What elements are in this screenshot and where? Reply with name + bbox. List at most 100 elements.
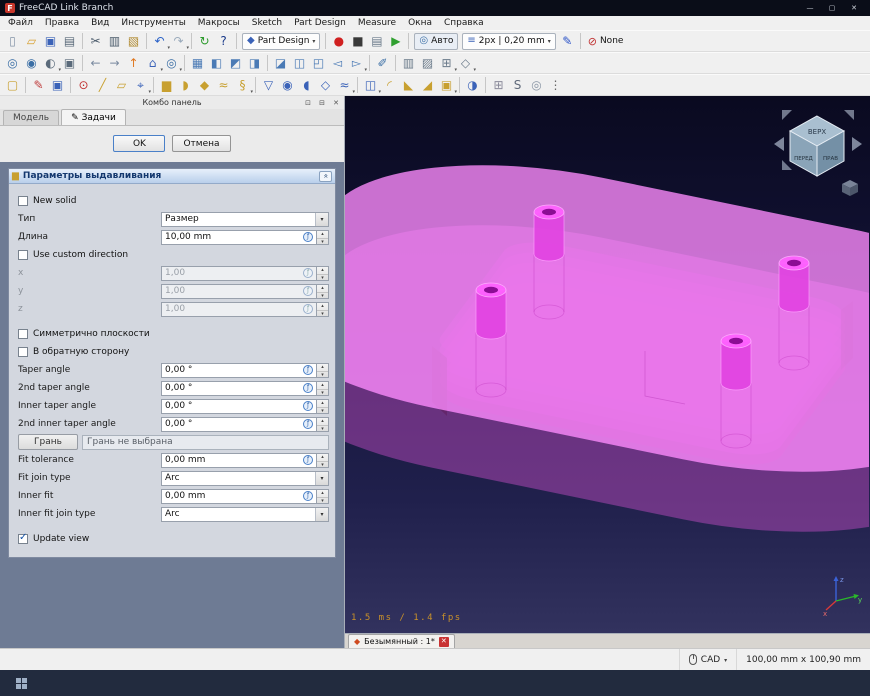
dropdown-select[interactable]: Arc [161, 507, 329, 522]
selection-filter[interactable]: ⊘None [584, 36, 628, 47]
create-body-button[interactable]: ▢ [3, 76, 22, 95]
create-sketch-button[interactable]: ✎ [29, 76, 48, 95]
spinner-buttons[interactable] [317, 453, 329, 468]
navigation-cube[interactable]: ВЕРХ ПЕРЕД ПРАВ [772, 104, 864, 198]
view-bottom-button[interactable]: ◫ [290, 54, 309, 73]
spinner-buttons[interactable] [317, 230, 329, 245]
menu-macros[interactable]: Макросы [192, 16, 246, 30]
refresh-button[interactable]: ↻ [195, 32, 214, 51]
paste-button[interactable]: ▧ [124, 32, 143, 51]
fillet-button[interactable]: ◜ [380, 76, 399, 95]
additive-loft-button[interactable]: ◆ [195, 76, 214, 95]
value-input[interactable]: 0,00 mm [161, 489, 317, 504]
tab-tasks[interactable]: ✎Задачи [61, 109, 126, 125]
menu-view[interactable]: Вид [85, 16, 115, 30]
redo-button[interactable]: ↷ [169, 32, 188, 51]
boolean-button[interactable]: ◑ [463, 76, 482, 95]
datum-line-button[interactable]: ╱ [93, 76, 112, 95]
navcube-rotate-right-icon[interactable] [852, 137, 862, 151]
start-button[interactable] [9, 671, 33, 695]
view-rear-button[interactable]: ◪ [271, 54, 290, 73]
grid-toggle-button[interactable]: ⊞ [489, 76, 508, 95]
fit-all-button[interactable]: ◎ [3, 54, 22, 73]
menu-file[interactable]: Файл [2, 16, 39, 30]
navcube-rotate-left-icon[interactable] [774, 137, 784, 151]
workbench-selector[interactable]: ◆Part Design [242, 33, 320, 50]
chamfer-button[interactable]: ◣ [399, 76, 418, 95]
thickness-button[interactable]: ▣ [437, 76, 456, 95]
update-view-checkbox[interactable]: Update view [15, 530, 329, 548]
reversed-checkbox[interactable]: В обратную сторону [15, 343, 329, 361]
face-value-field[interactable]: Грань не выбрана [82, 435, 329, 450]
document-tab[interactable]: ◆ Безымянный : 1* ✕ [348, 634, 455, 648]
save-button[interactable]: ▣ [41, 32, 60, 51]
macro-stop-button[interactable]: ■ [348, 32, 367, 51]
print-button[interactable]: ▤ [60, 32, 79, 51]
texture-mapping-button[interactable]: ▨ [418, 54, 437, 73]
expression-icon[interactable] [303, 401, 313, 411]
pocket-button[interactable]: ▽ [259, 76, 278, 95]
face-button[interactable]: Грань [18, 434, 78, 450]
ok-button[interactable]: OK [113, 135, 165, 152]
draw-style-button[interactable]: ◐ [41, 54, 60, 73]
map-sketch-button[interactable]: ▣ [48, 76, 67, 95]
expression-icon[interactable] [303, 268, 313, 278]
clipping-plane-button[interactable]: ▥ [399, 54, 418, 73]
expression-icon[interactable] [303, 491, 313, 501]
view-axonometric-button[interactable]: ▦ [188, 54, 207, 73]
value-input[interactable]: 1,00 [161, 284, 317, 299]
menu-part-design[interactable]: Part Design [288, 16, 352, 30]
value-input[interactable]: 0,00 ° [161, 363, 317, 378]
macro-record-button[interactable]: ● [329, 32, 348, 51]
scene-inspector-button[interactable]: ⊞ [437, 54, 456, 73]
bounding-box-button[interactable]: ◇ [456, 54, 475, 73]
additive-pipe-button[interactable]: ≈ [214, 76, 233, 95]
undo-button[interactable]: ↶ [150, 32, 169, 51]
pad-button[interactable]: ▆ [157, 76, 176, 95]
measure-button[interactable]: ✐ [373, 54, 392, 73]
view-rotate-right-button[interactable]: ▻ [347, 54, 366, 73]
marker-pen-button[interactable]: ✎ [558, 32, 577, 51]
menu-edit[interactable]: Правка [39, 16, 85, 30]
spinner-buttons[interactable] [317, 284, 329, 299]
view-top-button[interactable]: ◩ [226, 54, 245, 73]
menu-help[interactable]: Справка [438, 16, 490, 30]
cut-button[interactable]: ✂ [86, 32, 105, 51]
macro-edit-button[interactable]: ▤ [367, 32, 386, 51]
expression-icon[interactable] [303, 304, 313, 314]
checkbox-icon[interactable] [18, 329, 28, 339]
menu-windows[interactable]: Окна [402, 16, 438, 30]
dropdown-select[interactable]: Arc [161, 471, 329, 486]
expression-icon[interactable] [303, 455, 313, 465]
value-input[interactable]: 0,00 ° [161, 399, 317, 414]
panel-dock-button[interactable]: ⊟ [317, 99, 327, 107]
spinner-buttons[interactable] [317, 489, 329, 504]
custom-direction-checkbox[interactable]: Use custom direction [15, 246, 329, 264]
go-to-parent-button[interactable]: ↑ [124, 54, 143, 73]
expression-icon[interactable] [303, 383, 313, 393]
draft-button[interactable]: ◢ [418, 76, 437, 95]
expression-icon[interactable] [303, 365, 313, 375]
menu-tools[interactable]: Инструменты [115, 16, 191, 30]
3d-viewport[interactable]: ВЕРХ ПЕРЕД ПРАВ 1.5 ms / 1.4 fps [345, 96, 870, 633]
navcube-corner-arrow[interactable] [782, 110, 792, 120]
spinner-buttons[interactable] [317, 302, 329, 317]
additive-helix-button[interactable]: § [233, 76, 252, 95]
value-input[interactable]: 0,00 mm [161, 453, 317, 468]
spinner-buttons[interactable] [317, 417, 329, 432]
value-input[interactable]: 1,00 [161, 302, 317, 317]
copy-button[interactable]: ▥ [105, 32, 124, 51]
menu-measure[interactable]: Measure [352, 16, 402, 30]
toolbar-overflow-button[interactable]: ⋮ [546, 76, 565, 95]
open-file-button[interactable]: ▱ [22, 32, 41, 51]
view-left-button[interactable]: ◰ [309, 54, 328, 73]
small-zoom-button[interactable]: ◎ [527, 76, 546, 95]
menu-sketch[interactable]: Sketch [246, 16, 288, 30]
auto-draw-toggle[interactable]: ◎Авто [414, 33, 458, 50]
checkbox-icon[interactable] [18, 250, 28, 260]
macro-play-button[interactable]: ▶ [386, 32, 405, 51]
cancel-button[interactable]: Отмена [172, 135, 230, 152]
panel-close-button[interactable]: ✕ [331, 99, 341, 107]
value-input[interactable]: 10,00 mm [161, 230, 317, 245]
hole-button[interactable]: ◉ [278, 76, 297, 95]
